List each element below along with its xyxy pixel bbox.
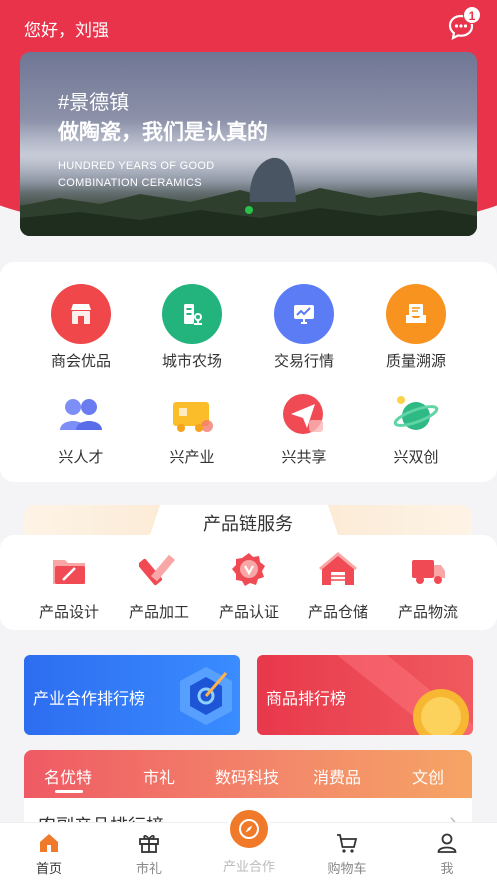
compass-icon bbox=[239, 819, 259, 839]
tab-cultural-creative[interactable]: 文创 bbox=[412, 764, 444, 788]
industry-ranking-title: 产业合作排行榜 bbox=[33, 691, 146, 708]
tab-shili[interactable]: 市礼 bbox=[143, 764, 175, 788]
bottom-navigation: 首页 市礼 产业合作 购物车 我 bbox=[0, 807, 497, 883]
nav-label: 市礼 bbox=[135, 861, 162, 876]
nav-label: 我 bbox=[440, 861, 454, 876]
service-label: 产品物流 bbox=[397, 604, 458, 621]
service-section-title: 产品链服务 bbox=[203, 514, 293, 534]
delivery-truck-icon bbox=[412, 560, 445, 584]
grid-item-trace[interactable]: 质量溯源 bbox=[371, 284, 461, 371]
feature-grid: 商会优品 城市农场 交易行情 质量溯源 兴人才 兴产业 兴共享 兴双创 bbox=[0, 262, 497, 482]
nav-cart[interactable]: 购物车 bbox=[312, 831, 382, 877]
gift-icon bbox=[139, 835, 159, 853]
folder-pen-icon bbox=[53, 560, 85, 584]
category-tabs: 名优特 市礼 数码科技 消费品 文创 bbox=[24, 750, 472, 798]
chart-monitor-icon bbox=[274, 284, 334, 344]
service-label: 产品仓储 bbox=[307, 604, 368, 621]
service-label: 产品加工 bbox=[128, 604, 189, 621]
grid-item-label: 兴人才 bbox=[58, 449, 104, 466]
service-list: 产品设计 产品加工 产品认证 产品仓储 产品物流 bbox=[0, 535, 497, 630]
tab-digital-tech[interactable]: 数码科技 bbox=[215, 764, 279, 788]
nav-label[interactable]: 产业合作 bbox=[199, 856, 299, 875]
nav-label: 首页 bbox=[35, 861, 62, 876]
people-icon bbox=[56, 390, 106, 440]
notification-badge: 1 bbox=[463, 6, 481, 24]
grid-item-talent[interactable]: 兴人才 bbox=[36, 390, 126, 467]
active-tab-indicator bbox=[55, 790, 83, 793]
service-item-logistics[interactable]: 产品物流 bbox=[388, 550, 468, 622]
user-icon bbox=[437, 833, 457, 853]
grid-item-label: 交易行情 bbox=[273, 353, 334, 370]
grid-item-market[interactable]: 交易行情 bbox=[259, 284, 349, 371]
banner-tag: #景德镇 bbox=[58, 92, 130, 114]
grid-item-innovation[interactable]: 兴双创 bbox=[371, 390, 461, 467]
nav-gift[interactable]: 市礼 bbox=[114, 831, 184, 877]
farm-icon bbox=[162, 284, 222, 344]
service-item-storage[interactable]: 产品仓储 bbox=[298, 550, 378, 622]
product-ranking-card[interactable]: 商品排行榜 bbox=[257, 655, 473, 735]
banner-slogan: 做陶瓷，我们是认真的 bbox=[58, 121, 268, 144]
target-cube-icon bbox=[180, 667, 232, 725]
planet-icon bbox=[391, 390, 441, 440]
tab-consumer-goods[interactable]: 消费品 bbox=[313, 764, 361, 788]
grid-item-label: 质量溯源 bbox=[385, 353, 446, 370]
service-item-processing[interactable]: 产品加工 bbox=[119, 550, 199, 622]
industry-ranking-card[interactable]: 产业合作排行榜 bbox=[24, 655, 240, 735]
service-item-certification[interactable]: 产品认证 bbox=[209, 550, 289, 622]
grid-item-industry[interactable]: 兴产业 bbox=[147, 390, 237, 467]
grid-item-label: 兴共享 bbox=[281, 449, 327, 466]
grid-item-label: 城市农场 bbox=[161, 353, 222, 370]
tab-mingyoute[interactable]: 名优特 bbox=[44, 764, 92, 788]
message-button[interactable]: 1 bbox=[446, 6, 481, 42]
nav-me[interactable]: 我 bbox=[412, 831, 482, 877]
grid-item-label: 商会优品 bbox=[50, 353, 111, 370]
nav-label: 购物车 bbox=[327, 861, 367, 876]
banner-english-line-2: COMBINATION CERAMICS bbox=[58, 177, 202, 189]
grid-item-shop[interactable]: 商会优品 bbox=[36, 284, 126, 371]
inbox-icon bbox=[386, 284, 446, 344]
warehouse-icon bbox=[319, 552, 357, 585]
nav-industry-cooperation-button[interactable] bbox=[227, 807, 271, 851]
service-label: 产品设计 bbox=[38, 604, 99, 621]
shop-icon bbox=[51, 284, 111, 344]
grid-item-label: 兴双创 bbox=[393, 449, 439, 466]
coin-icon bbox=[413, 689, 469, 735]
grid-item-farm[interactable]: 城市农场 bbox=[147, 284, 237, 371]
greeting-text: 您好，刘强 bbox=[24, 21, 109, 40]
grid-item-share[interactable]: 兴共享 bbox=[259, 390, 349, 467]
rock-island-graphic bbox=[249, 157, 296, 202]
nav-home[interactable]: 首页 bbox=[14, 831, 84, 877]
cart-icon bbox=[337, 834, 358, 853]
banner-english-line-1: HUNDRED YEARS OF GOOD bbox=[58, 160, 215, 172]
home-icon bbox=[40, 834, 58, 852]
truck-icon bbox=[167, 390, 217, 440]
product-ranking-title: 商品排行榜 bbox=[266, 691, 347, 708]
service-item-design[interactable]: 产品设计 bbox=[29, 550, 109, 622]
grid-item-label: 兴产业 bbox=[169, 449, 215, 466]
paper-plane-icon bbox=[279, 390, 329, 440]
service-label: 产品认证 bbox=[218, 604, 279, 621]
badge-v-icon bbox=[232, 553, 265, 586]
carousel-indicator bbox=[245, 206, 253, 214]
promo-banner[interactable]: #景德镇 做陶瓷，我们是认真的 HUNDRED YEARS OF GOOD CO… bbox=[20, 52, 477, 236]
ruler-pencil-icon bbox=[137, 554, 176, 586]
